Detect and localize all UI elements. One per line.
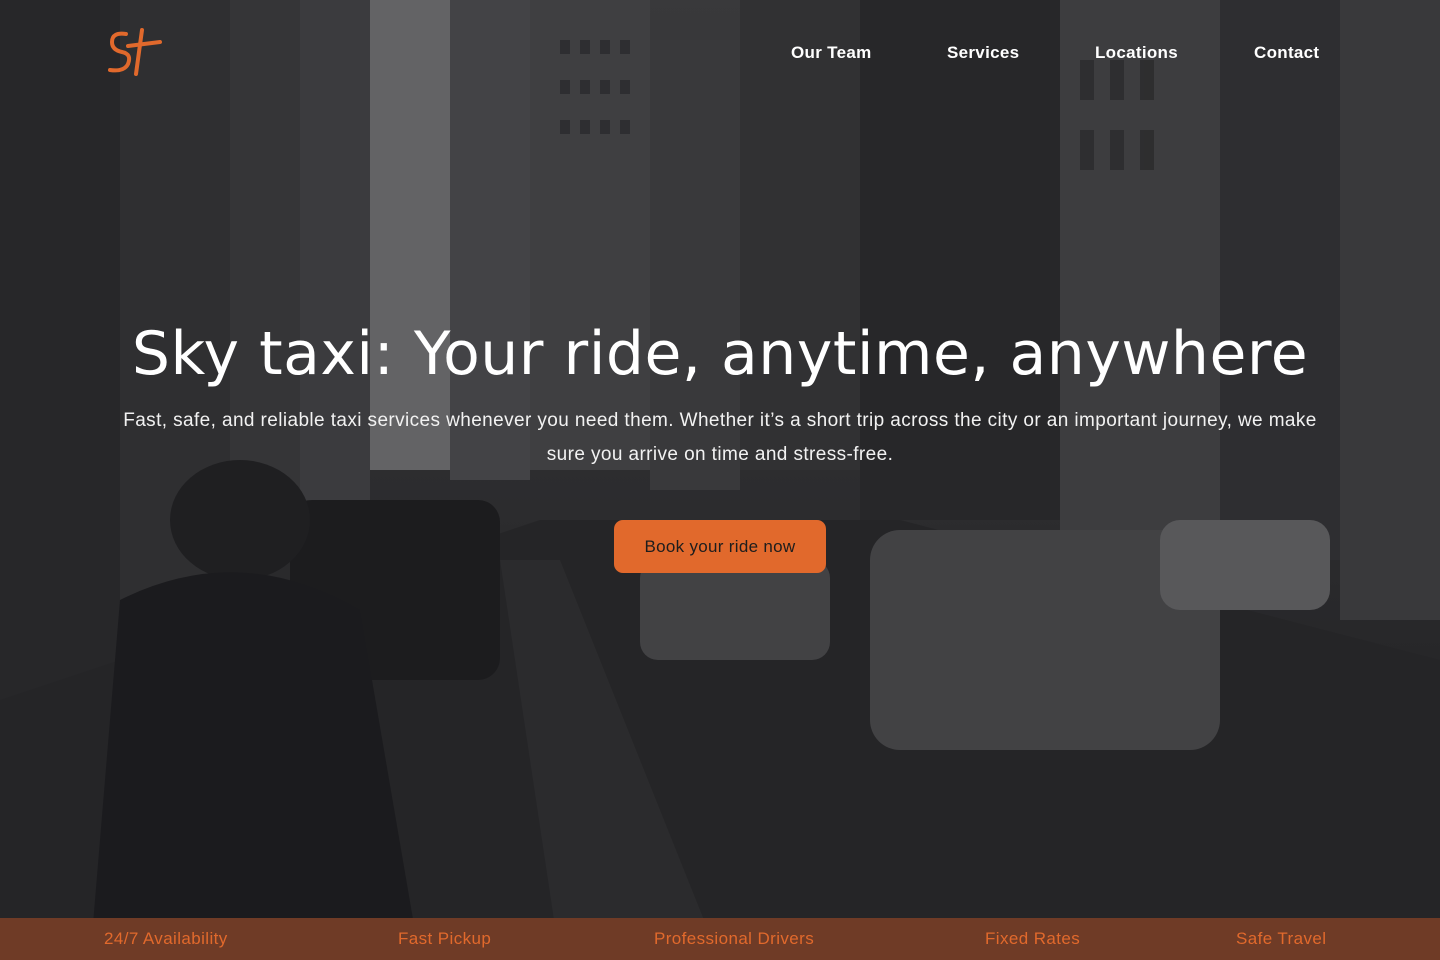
hero-title: Sky taxi: Your ride, anytime, anywhere: [131, 319, 1309, 389]
hero-subtitle: Fast, safe, and reliable taxi services w…: [123, 410, 1317, 465]
nav-link-our-team[interactable]: Our Team: [791, 40, 872, 66]
feature-availability: 24/7 Availability: [104, 929, 228, 948]
feature-professional-drivers: Professional Drivers: [654, 929, 815, 948]
features-bar: 24/7 Availability Fast Pickup Profession…: [0, 918, 1440, 960]
feature-safe-travel: Safe Travel: [1236, 929, 1327, 948]
feature-fast-pickup: Fast Pickup: [398, 929, 492, 948]
hero-dark-overlay: [0, 0, 1440, 960]
book-ride-button[interactable]: Book your ride now: [614, 520, 826, 573]
brand-logo[interactable]: [104, 26, 164, 78]
feature-fixed-rates: Fixed Rates: [985, 929, 1081, 948]
nav-link-services[interactable]: Services: [947, 40, 1019, 66]
nav-link-locations[interactable]: Locations: [1095, 40, 1178, 66]
nav-link-contact[interactable]: Contact: [1254, 40, 1319, 66]
